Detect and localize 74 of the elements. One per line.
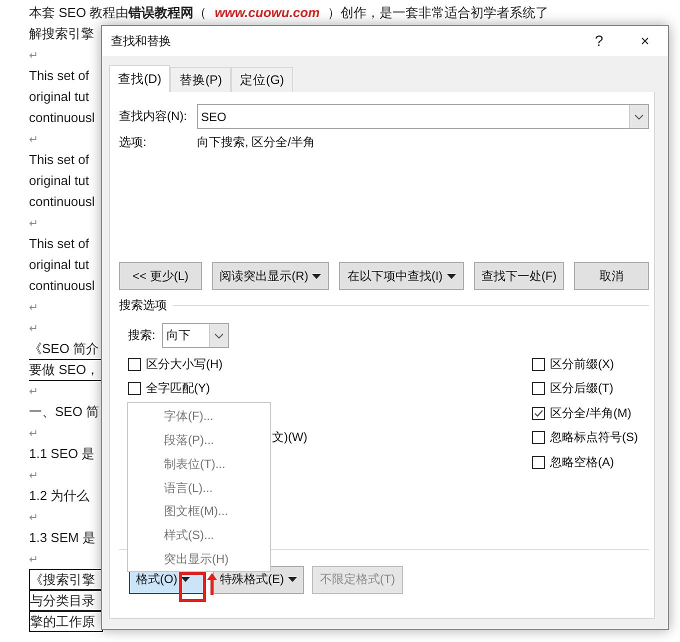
checkbox[interactable]: [128, 358, 141, 371]
caret-icon: [181, 577, 190, 582]
options-label: 选项:: [119, 134, 148, 151]
checkbox-label: 忽略空格(A): [550, 454, 614, 471]
document-text: ）创作，是一套非常适合初学者系统了: [328, 4, 549, 22]
help-button[interactable]: ?: [576, 32, 622, 50]
section-heading: 搜索选项: [119, 296, 167, 314]
arrow-icon: [207, 573, 217, 595]
paragraph-mark: ↵: [29, 322, 38, 337]
document-text: continuousl: [29, 109, 95, 127]
checkbox-label: 区分全/半角(M): [550, 404, 632, 422]
checkbox-label: 文)(W): [272, 429, 308, 446]
tab[interactable]: 查找(D): [109, 65, 170, 92]
document-text: This set of: [29, 67, 89, 85]
document-text: 1.1 SEO 是: [29, 445, 95, 463]
checkbox[interactable]: [532, 406, 545, 420]
paragraph-mark: ↵: [29, 511, 38, 526]
document-text: 1.2 为什么: [29, 487, 90, 505]
caret-icon: [288, 577, 297, 582]
direction-dropdown[interactable]: 向下: [162, 323, 230, 348]
checkbox-label: 区分后缀(T): [550, 380, 614, 398]
document-text: This set of: [29, 151, 89, 169]
dialog-button[interactable]: 查找下一处(F): [474, 262, 564, 290]
website-link[interactable]: www.cuowu.com: [214, 2, 320, 23]
paragraph-mark: ↵: [29, 133, 38, 148]
document-text: original tut: [29, 256, 89, 274]
paragraph-mark: ↵: [29, 49, 38, 64]
menu-item[interactable]: 制表位(T)...: [128, 452, 270, 476]
menu-item[interactable]: 图文框(M)...: [128, 500, 270, 524]
document-text: continuousl: [29, 193, 95, 211]
close-button[interactable]: ×: [622, 32, 668, 50]
dialog-button[interactable]: 阅读突出显示(R): [212, 262, 329, 290]
checkbox[interactable]: [532, 382, 545, 396]
options-summary: 向下搜索, 区分全/半角: [197, 134, 316, 151]
search-label: 搜索:: [128, 327, 156, 344]
find-label: 查找内容(N):: [119, 108, 188, 125]
paragraph-mark: ↵: [29, 469, 38, 484]
document-text: 1.3 SEM 是: [29, 529, 96, 547]
tab[interactable]: 定位(G): [231, 67, 294, 92]
paragraph-mark: ↵: [29, 385, 38, 400]
checkbox[interactable]: [128, 382, 141, 396]
dialog-button[interactable]: << 更少(L): [119, 262, 202, 290]
document-text: 解搜索引擎: [29, 25, 94, 43]
dialog-button[interactable]: 取消: [574, 262, 649, 290]
checkbox-label: 区分大小写(H): [146, 356, 223, 373]
document-text: 一、SEO 简: [29, 403, 100, 421]
document-text: （: [194, 4, 207, 22]
menu-item[interactable]: 样式(S)...: [128, 524, 270, 548]
checkbox-label: 全字匹配(Y): [146, 380, 210, 398]
tab[interactable]: 替换(P): [170, 67, 232, 92]
document-text: 错误教程网: [128, 4, 194, 22]
document-text: 本套 SEO 教程由: [29, 4, 129, 22]
paragraph-mark: ↵: [29, 217, 38, 232]
document-text: continuousl: [29, 277, 95, 295]
paragraph-mark: ↵: [29, 301, 38, 316]
document-text: original tut: [29, 88, 89, 106]
caret-icon: [312, 274, 322, 278]
dialog-button[interactable]: 在以下项中查找(I): [339, 262, 464, 290]
caret-icon: [446, 274, 456, 278]
window-title: 查找和替换: [111, 32, 172, 50]
paragraph-mark: ↵: [29, 427, 38, 442]
checkbox-label: 忽略标点符号(S): [550, 429, 638, 446]
menu-item[interactable]: 字体(F)...: [128, 405, 270, 429]
menu-item[interactable]: 语言(L)...: [128, 476, 270, 500]
checkbox[interactable]: [532, 358, 545, 371]
document-text: original tut: [29, 172, 89, 190]
checkbox-label: 区分前缀(X): [550, 356, 614, 373]
checkbox[interactable]: [532, 431, 545, 444]
paragraph-mark: ↵: [29, 553, 38, 568]
document-text: This set of: [29, 235, 89, 253]
checkbox[interactable]: [532, 456, 545, 469]
find-field[interactable]: SEO: [197, 104, 649, 129]
highlight-frame: [179, 572, 206, 602]
menu-item[interactable]: 段落(P)...: [128, 428, 270, 452]
